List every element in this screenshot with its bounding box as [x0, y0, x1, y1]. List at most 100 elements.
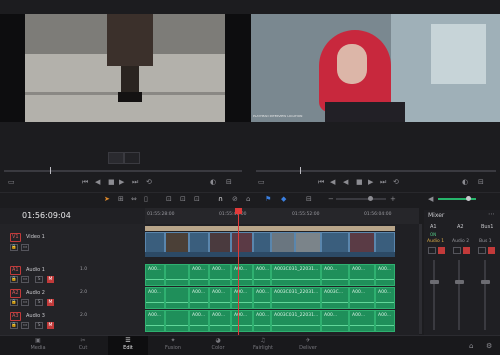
snapping-icon[interactable]: ∩: [218, 195, 223, 203]
loop-icon[interactable]: ⟲: [146, 178, 152, 186]
track-lock-button[interactable]: 🔒: [10, 244, 18, 251]
audio-clip[interactable]: A00...: [209, 287, 231, 309]
audio-clip[interactable]: A00...: [375, 287, 395, 309]
zoom-out-icon[interactable]: −: [328, 195, 334, 203]
skip-back-icon[interactable]: ⏮: [82, 178, 88, 186]
tl-stop-icon[interactable]: ■: [356, 178, 363, 186]
source-scrubber[interactable]: [4, 170, 242, 172]
tl-step-back-icon[interactable]: ◀: [330, 178, 335, 186]
audio-clip[interactable]: [165, 287, 189, 309]
source-viewer[interactable]: [25, 14, 225, 122]
audio-clip[interactable]: A00...: [321, 310, 349, 332]
marker-icon[interactable]: ◆: [281, 195, 286, 203]
mixer-fader-track[interactable]: [458, 260, 460, 330]
tl-play-icon[interactable]: ▶: [368, 178, 373, 186]
selection-tool-icon[interactable]: ➤: [104, 195, 110, 203]
settings-gear-icon[interactable]: ⚙: [486, 342, 492, 350]
page-tab-fairlight[interactable]: ♫ Fairlight: [243, 336, 283, 355]
volume-knob[interactable]: [466, 196, 471, 201]
track-lock-button[interactable]: 🔒: [10, 299, 18, 306]
playhead-line[interactable]: [238, 208, 239, 335]
viewer-mode-dual-button[interactable]: [124, 152, 140, 164]
audio-clip[interactable]: A00...: [349, 287, 375, 309]
audio-clip[interactable]: A00...: [231, 264, 253, 286]
track-select-button[interactable]: ▭: [21, 276, 29, 283]
mute-button[interactable]: M: [47, 276, 54, 283]
stop-icon[interactable]: ■: [108, 178, 115, 186]
timeline-vertical-scrollbar[interactable]: [419, 224, 422, 334]
track-select-button[interactable]: ▭: [21, 299, 29, 306]
audio-clip[interactable]: A00...: [253, 264, 271, 286]
page-tab-color[interactable]: ◕ Color: [198, 336, 238, 355]
tl-reverse-icon[interactable]: ◀: [343, 178, 348, 186]
page-tab-media[interactable]: ▣ Media: [18, 336, 58, 355]
solo-button[interactable]: S: [35, 276, 43, 283]
audio-clip[interactable]: A00...: [231, 287, 253, 309]
track-visibility-button[interactable]: ▭: [21, 244, 29, 251]
audio-clip[interactable]: A00...: [145, 287, 165, 309]
dynamic-trim-icon[interactable]: ⇔: [131, 195, 137, 203]
zoom-slider[interactable]: [336, 198, 386, 200]
page-tab-fusion[interactable]: ✦ Fusion: [153, 336, 193, 355]
tl-match-icon[interactable]: ⊟: [478, 178, 484, 186]
audio-clip[interactable]: A00...: [189, 287, 209, 309]
mute-button[interactable]: M: [47, 299, 54, 306]
title-clip-strip[interactable]: [145, 226, 395, 231]
mixer-options-icon[interactable]: ⋯: [488, 210, 495, 218]
audio-clip[interactable]: A003C031_22031...: [271, 310, 321, 332]
tl-loop-icon[interactable]: ⟲: [393, 178, 399, 186]
audio-clip[interactable]: A003C031_22031...: [271, 287, 321, 309]
link-icon[interactable]: ⊘: [232, 195, 238, 203]
mixer-fader-knob[interactable]: [481, 280, 490, 284]
skip-forward-icon[interactable]: ⏭: [132, 178, 138, 186]
tl-in-out-icon[interactable]: ◐: [462, 178, 468, 186]
source-options-icon[interactable]: ▭: [8, 178, 15, 186]
match-frame-icon[interactable]: ⊟: [226, 178, 232, 186]
mixer-fader-knob[interactable]: [455, 280, 464, 284]
tl-skip-back-icon[interactable]: ⏮: [318, 178, 324, 186]
audio-clip[interactable]: A00...: [209, 264, 231, 286]
in-out-icon[interactable]: ◐: [210, 178, 216, 186]
audio-clip[interactable]: A00...: [189, 310, 209, 332]
audio-clip[interactable]: A00...: [321, 264, 349, 286]
audio-clip[interactable]: [165, 264, 189, 286]
mixer-fader-track[interactable]: [433, 260, 435, 330]
track-lock-button[interactable]: 🔒: [10, 322, 18, 329]
audio-clip[interactable]: A003C031_22031...: [271, 264, 321, 286]
audio-clip[interactable]: A00...: [145, 310, 165, 332]
audio-clip[interactable]: A00...: [189, 264, 209, 286]
solo-button[interactable]: S: [35, 322, 43, 329]
solo-button[interactable]: S: [35, 299, 43, 306]
audio-clip[interactable]: A00...: [253, 310, 271, 332]
insert-clip-icon[interactable]: ⊡: [166, 195, 172, 203]
zoom-in-icon[interactable]: +: [390, 195, 396, 203]
tl-options-icon[interactable]: ▭: [258, 178, 265, 186]
home-icon[interactable]: ⌂: [469, 342, 473, 350]
audio-clip[interactable]: A00...: [145, 264, 165, 286]
mixer-solo-button[interactable]: [428, 247, 436, 254]
timeline-viewer[interactable]: PLAYHEAD INTERVIEW LOCATION: [251, 14, 500, 122]
tl-skip-forward-icon[interactable]: ⏭: [380, 178, 386, 186]
source-scrub-handle[interactable]: [50, 167, 51, 174]
audio-clip[interactable]: A003C...: [321, 287, 349, 309]
overwrite-clip-icon[interactable]: ⊡: [180, 195, 186, 203]
zoom-slider-knob[interactable]: [368, 196, 373, 201]
timeline-scrubber[interactable]: [256, 170, 496, 172]
mixer-mute-button[interactable]: [438, 247, 445, 254]
trim-tool-icon[interactable]: ⊞: [118, 195, 124, 203]
page-tab-cut[interactable]: ✂ Cut: [63, 336, 103, 355]
step-back-icon[interactable]: ◀: [95, 178, 100, 186]
page-tab-edit[interactable]: ☰ Edit: [108, 336, 148, 355]
mixer-mute-button[interactable]: [488, 247, 495, 254]
zoom-icon[interactable]: ⊟: [306, 195, 312, 203]
track-select-button[interactable]: ▭: [21, 322, 29, 329]
play-icon[interactable]: ▶: [119, 178, 124, 186]
volume-icon[interactable]: ◀: [428, 195, 433, 203]
audio-clip[interactable]: A00...: [375, 310, 395, 332]
mixer-solo-button[interactable]: [478, 247, 486, 254]
viewer-mode-single-button[interactable]: [108, 152, 124, 164]
audio-clip[interactable]: [165, 310, 189, 332]
mixer-fader-knob[interactable]: [430, 280, 439, 284]
replace-clip-icon[interactable]: ⊡: [194, 195, 200, 203]
audio-clip[interactable]: A00...: [349, 310, 375, 332]
